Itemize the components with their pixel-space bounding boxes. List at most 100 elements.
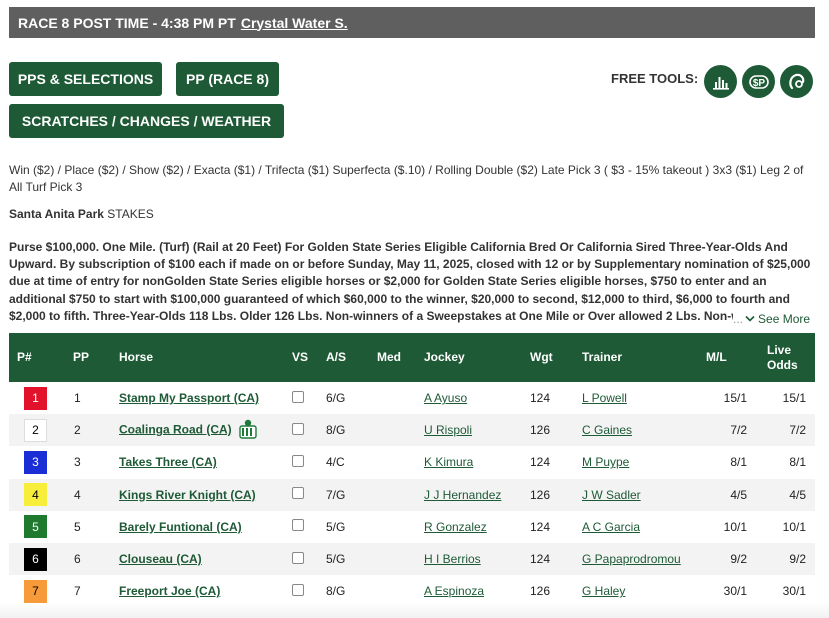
morning-line-odds: 10/1 [723,519,747,534]
col-horse: Horse [119,350,154,364]
morning-line-odds: 8/1 [730,455,747,470]
table-row: 3 3 Takes Three (CA) 4/C K Kimura 124 M … [9,446,815,478]
trainer-link[interactable]: C Gaines [582,423,632,437]
live-odds: 15/1 [782,391,806,406]
live-odds: 10/1 [782,519,806,534]
post-position: 2 [74,423,81,438]
horse-name-link[interactable]: Clouseau (CA) [119,552,202,566]
race-header-bar: RACE 8 POST TIME - 4:38 PM PT Crystal Wa… [9,7,815,38]
horseshoe-icon[interactable] [780,65,813,98]
speed-figure-icon[interactable]: $P [742,65,775,98]
morning-line-odds: 7/2 [730,423,747,438]
table-header-row: P# PP Horse VS A/S Med Jockey Wgt Traine… [9,333,815,382]
race-name-link[interactable]: Crystal Water S. [241,15,348,31]
jockey-link[interactable]: U Rispoli [424,423,472,437]
compare-checkbox[interactable] [292,422,304,435]
weight: 124 [530,455,551,470]
post-position: 6 [74,552,81,567]
ellipsis: ... [733,312,744,326]
morning-line-odds: 9/2 [730,552,747,567]
morning-line-odds: 15/1 [723,391,747,406]
pp-race-button[interactable]: PP (RACE 8) [176,62,279,96]
horse-name-link[interactable]: Coalinga Road (CA) [119,422,232,436]
trainer-link[interactable]: J W Sadler [582,488,641,502]
chevron-down-icon [745,315,755,322]
track-stakes-line: Santa Anita Park STAKES [9,207,154,221]
trainer-link[interactable]: A C Garcia [582,520,640,534]
live-odds: 7/2 [789,423,806,438]
jockey-link[interactable]: R Gonzalez [424,520,487,534]
svg-text:$P: $P [752,78,765,89]
live-odds: 4/5 [789,487,806,502]
jockey-link[interactable]: A Ayuso [424,391,467,405]
age-sex: 4/C [326,455,345,470]
jockey-link[interactable]: K Kimura [424,455,473,469]
compare-checkbox[interactable] [292,519,304,532]
horse-name-link[interactable]: Freeport Joe (CA) [119,584,220,598]
live-odds: 9/2 [789,552,806,567]
entries-table: P# PP Horse VS A/S Med Jockey Wgt Traine… [9,333,815,607]
program-number-badge: 7 [24,579,47,603]
post-position: 1 [74,391,81,406]
jockey-link[interactable]: H I Berrios [424,552,481,566]
horse-name-link[interactable]: Kings River Knight (CA) [119,488,256,502]
col-as: A/S [326,350,347,364]
weight: 124 [530,391,551,406]
compare-checkbox[interactable] [292,487,304,500]
col-ml: M/L [706,350,727,364]
wager-types-text: Win ($2) / Place ($2) / Show ($2) / Exac… [9,163,804,194]
age-sex: 7/G [326,487,346,502]
pps-selections-button[interactable]: PPS & SELECTIONS [9,62,162,96]
scratches-changes-weather-button[interactable]: SCRATCHES / CHANGES / WEATHER [9,104,284,138]
bar-chart-icon[interactable] [704,65,737,98]
trainer-link[interactable]: G Haley [582,584,625,598]
table-row: 2 2 Coalinga Road (CA) 8/G U Rispoli 126… [9,414,815,447]
col-live-odds: Live Odds [767,342,798,372]
jockey-link[interactable]: J J Hernandez [424,488,501,502]
compare-checkbox[interactable] [292,583,304,596]
bottom-fade [0,602,829,618]
trainer-link[interactable]: G Papaprodromou [582,552,681,566]
medication [377,382,424,414]
program-number-badge: 1 [24,386,47,410]
col-pnum: P# [17,350,32,364]
weight: 126 [530,487,551,502]
race-type: STAKES [107,207,154,221]
post-position: 3 [74,455,81,470]
medication [377,414,424,446]
col-pp: PP [73,350,90,364]
trainer-link[interactable]: M Puype [582,455,629,469]
medication [377,446,424,478]
age-sex: 5/G [326,552,346,567]
horse-name-link[interactable]: Stamp My Passport (CA) [119,391,259,405]
program-number-badge: 4 [24,483,47,507]
compare-checkbox[interactable] [292,454,304,467]
table-row: 1 1 Stamp My Passport (CA) 6/G A Ayuso 1… [9,382,815,414]
compare-checkbox[interactable] [292,390,304,403]
jockey-link[interactable]: A Espinoza [424,584,484,598]
col-med: Med [377,350,401,364]
age-sex: 8/G [326,423,346,438]
jockey-silks-icon[interactable] [237,419,259,442]
trainer-link[interactable]: L Powell [582,391,627,405]
horse-name-link[interactable]: Barely Funtional (CA) [119,520,242,534]
age-sex: 5/G [326,519,346,534]
track-name: Santa Anita Park [9,207,104,221]
table-row: 6 6 Clouseau (CA) 5/G H I Berrios 124 G … [9,542,815,576]
table-row: 5 5 Barely Funtional (CA) 5/G R Gonzalez… [9,511,815,543]
age-sex: 6/G [326,391,346,406]
program-number-badge: 2 [24,418,47,442]
race-conditions-text: Purse $100,000. One Mile. (Turf) (Rail a… [9,240,811,323]
see-more-link[interactable]: ... See More [733,311,817,327]
col-wgt: Wgt [530,350,553,364]
program-number-badge: 3 [24,450,47,474]
table-row: 4 4 Kings River Knight (CA) 7/G J J Hern… [9,478,815,511]
horse-name-link[interactable]: Takes Three (CA) [119,455,217,469]
weight: 126 [530,423,551,438]
free-tools-label: FREE TOOLS: [611,71,699,86]
col-trainer: Trainer [582,350,623,364]
medication [377,511,424,543]
program-number-badge: 5 [24,515,47,539]
compare-checkbox[interactable] [292,551,304,564]
see-more-label: See More [758,312,811,326]
